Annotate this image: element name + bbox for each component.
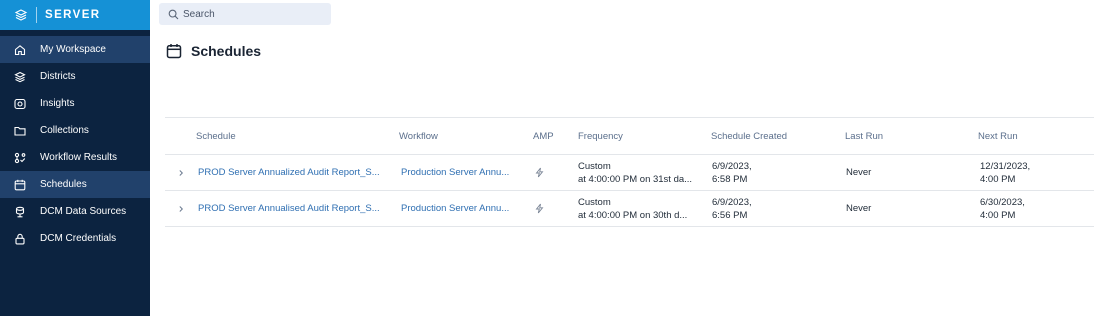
amp-indicator — [534, 191, 545, 226]
schedules-table: Schedule Workflow AMP Frequency Schedule… — [165, 117, 1094, 227]
server-logo-icon — [14, 8, 28, 22]
frequency-detail: at 4:00:00 PM on 31st da... — [578, 173, 693, 185]
schedule-created-cell: 6/9/2023, 6:58 PM — [712, 160, 752, 186]
schedule-name-link[interactable]: PROD Server Annualized Audit Report_S... — [198, 167, 380, 178]
sidebar-item-dcm-data-sources[interactable]: DCM Data Sources — [0, 198, 150, 225]
sidebar-item-label: DCM Credentials — [40, 233, 117, 244]
sidebar-item-districts[interactable]: Districts — [0, 63, 150, 90]
page-title: Schedules — [191, 43, 262, 59]
lightning-icon — [534, 203, 545, 214]
last-run-cell: Never — [846, 203, 872, 214]
brand-name: SERVER — [45, 9, 101, 21]
sidebar-item-schedules[interactable]: Schedules — [0, 171, 150, 198]
sidebar-item-label: Workflow Results — [40, 152, 118, 163]
next-run-time: 4:00 PM — [980, 173, 1016, 185]
sidebar-item-label: Insights — [40, 98, 75, 109]
search-box[interactable] — [159, 3, 331, 25]
column-header-schedule[interactable]: Schedule — [196, 118, 236, 154]
expand-row-button[interactable] — [177, 155, 185, 190]
next-run-cell: 12/31/2023, 4:00 PM — [980, 160, 1030, 186]
frequency-type: Custom — [578, 196, 611, 208]
sidebar-item-my-workspace[interactable]: My Workspace — [0, 36, 150, 63]
next-run-time: 4:00 PM — [980, 209, 1016, 221]
expand-row-button[interactable] — [177, 191, 185, 226]
frequency-detail: at 4:00:00 PM on 30th d... — [578, 209, 688, 221]
next-run-cell: 6/30/2023, 4:00 PM — [980, 196, 1025, 222]
sidebar-item-label: Districts — [40, 71, 76, 82]
next-run-date: 6/30/2023, — [980, 196, 1025, 208]
table-row[interactable]: PROD Server Annualized Audit Report_S...… — [165, 155, 1094, 191]
frequency-cell: Custom at 4:00:00 PM on 30th d... — [578, 196, 687, 222]
frequency-cell: Custom at 4:00:00 PM on 31st da... — [578, 160, 692, 186]
column-header-amp[interactable]: AMP — [533, 118, 554, 154]
schedule-created-cell: 6/9/2023, 6:56 PM — [712, 196, 752, 222]
workflow-link[interactable]: Production Server Annu... — [401, 167, 509, 178]
search-icon — [168, 9, 179, 20]
chevron-right-icon — [177, 169, 185, 177]
calendar-icon — [166, 43, 182, 59]
lock-icon — [14, 233, 26, 245]
calendar-icon — [14, 179, 26, 191]
column-header-schedule-created[interactable]: Schedule Created — [711, 118, 787, 154]
created-time: 6:56 PM — [712, 209, 748, 221]
created-time: 6:58 PM — [712, 173, 748, 185]
brand-bar[interactable]: SERVER — [0, 0, 150, 30]
sidebar-item-insights[interactable]: Insights — [0, 90, 150, 117]
sidebar-item-workflow-results[interactable]: Workflow Results — [0, 144, 150, 171]
lightning-icon — [534, 167, 545, 178]
column-header-frequency[interactable]: Frequency — [578, 118, 623, 154]
insights-icon — [14, 98, 26, 110]
table-row[interactable]: PROD Server Annualised Audit Report_S...… — [165, 191, 1094, 227]
sidebar-item-label: Collections — [40, 125, 89, 136]
created-date: 6/9/2023, — [712, 196, 752, 208]
column-header-last-run[interactable]: Last Run — [845, 118, 883, 154]
sidebar-nav: My Workspace Districts Insights Collecti… — [0, 36, 150, 252]
layers-icon — [14, 71, 26, 83]
column-header-workflow[interactable]: Workflow — [399, 118, 438, 154]
workflow-link[interactable]: Production Server Annu... — [401, 203, 509, 214]
search-input[interactable] — [183, 8, 323, 20]
amp-indicator — [534, 155, 545, 190]
last-run-cell: Never — [846, 167, 872, 178]
sidebar-item-collections[interactable]: Collections — [0, 117, 150, 144]
frequency-type: Custom — [578, 160, 611, 172]
workflow-results-icon — [14, 152, 26, 164]
sidebar-item-dcm-credentials[interactable]: DCM Credentials — [0, 225, 150, 252]
next-run-date: 12/31/2023, — [980, 160, 1031, 172]
folder-icon — [14, 125, 26, 137]
sidebar-item-label: Schedules — [40, 179, 87, 190]
created-date: 6/9/2023, — [712, 160, 752, 172]
sidebar: SERVER My Workspace Districts Insights C… — [0, 0, 150, 316]
schedule-name-link[interactable]: PROD Server Annualised Audit Report_S... — [198, 203, 380, 214]
chevron-right-icon — [177, 205, 185, 213]
brand-divider — [36, 7, 37, 23]
column-header-next-run[interactable]: Next Run — [978, 118, 1018, 154]
sidebar-item-label: DCM Data Sources — [40, 206, 127, 217]
page-header: Schedules — [166, 43, 261, 59]
table-header-row: Schedule Workflow AMP Frequency Schedule… — [165, 118, 1094, 155]
sidebar-item-label: My Workspace — [40, 44, 106, 55]
data-source-icon — [14, 206, 26, 218]
home-icon — [14, 44, 26, 56]
